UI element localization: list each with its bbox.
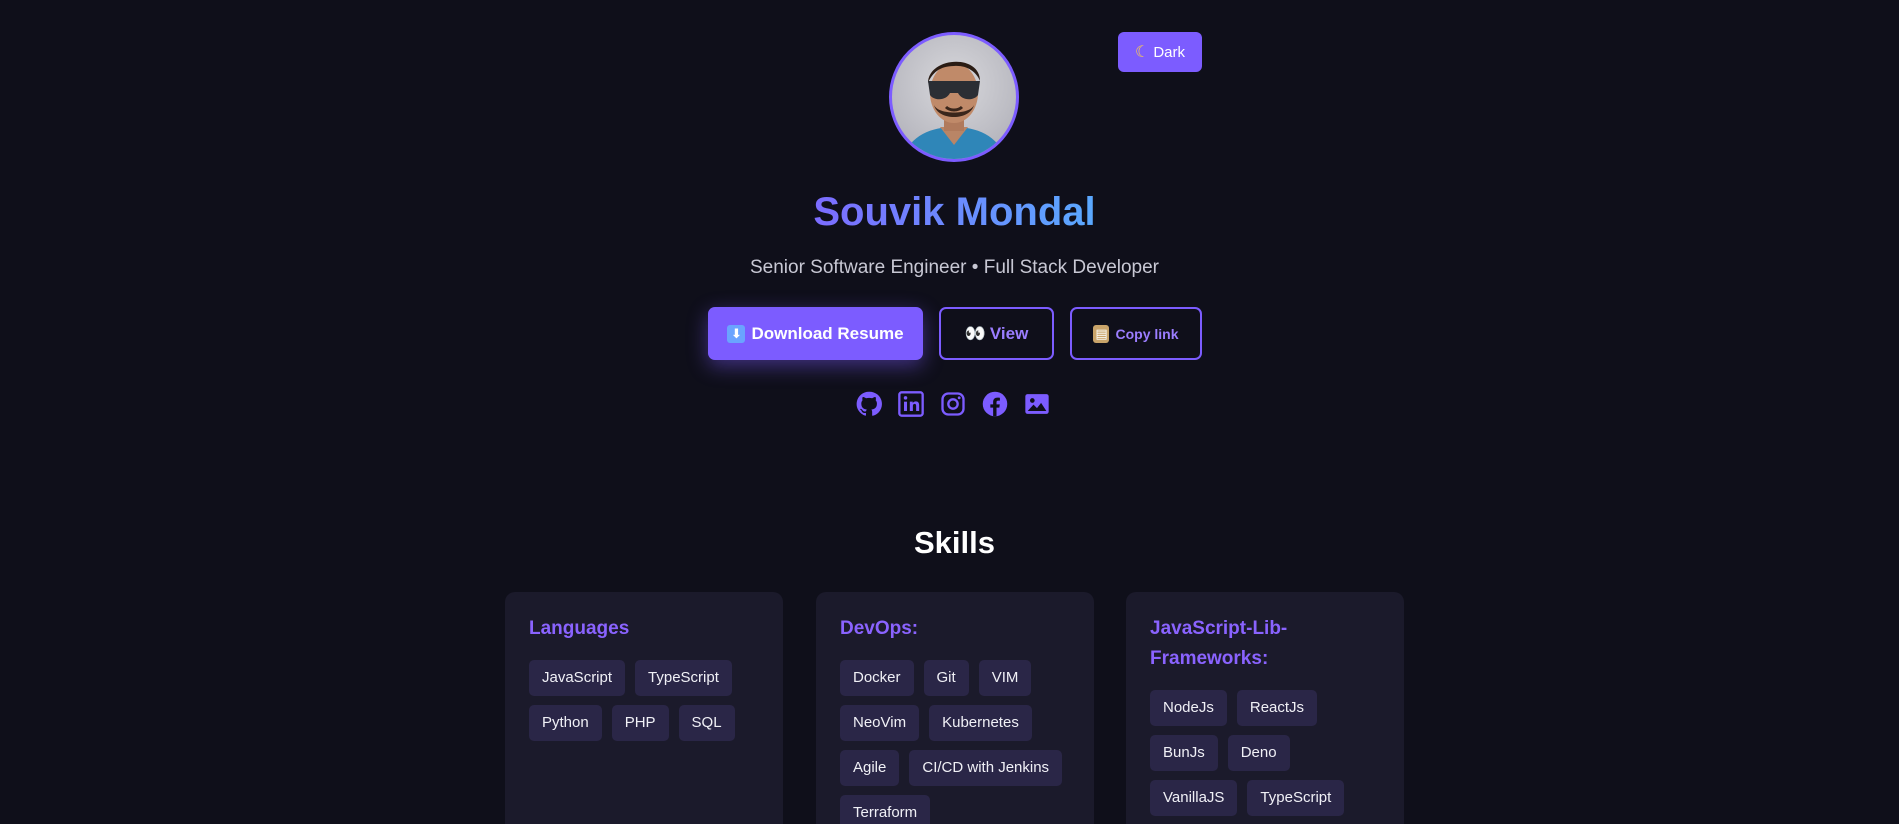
skill-tag: Docker xyxy=(840,660,914,696)
moon-icon: ☾ xyxy=(1134,44,1150,61)
clipboard-icon: ▤ xyxy=(1093,324,1110,343)
skill-tag: NeoVim xyxy=(840,705,920,741)
skill-tag: NodeJs xyxy=(1150,690,1227,726)
skill-tag: Git xyxy=(923,660,969,696)
skill-tag-list: Docker Git VIM NeoVim Kubernetes Agile C… xyxy=(840,660,1070,824)
skill-card-js-frameworks: JavaScript-Lib-Frameworks: NodeJs ReactJ… xyxy=(1126,592,1404,824)
skill-tag: CI/CD with Jenkins xyxy=(909,750,1063,786)
skill-card-devops: DevOps: Docker Git VIM NeoVim Kubernetes… xyxy=(816,592,1094,824)
copy-link-label: Copy link xyxy=(1115,325,1179,342)
image-icon[interactable] xyxy=(1023,390,1051,418)
facebook-icon[interactable] xyxy=(981,390,1009,418)
skill-tag: BunJs xyxy=(1150,735,1218,771)
github-icon[interactable] xyxy=(855,390,883,418)
skill-tag: Python xyxy=(529,705,602,741)
skill-tag-list: JavaScript TypeScript Python PHP SQL xyxy=(529,660,759,741)
linkedin-icon[interactable] xyxy=(897,390,925,418)
skill-tag: TypeScript xyxy=(1247,780,1345,816)
skill-tag: SQL xyxy=(678,705,735,741)
skill-card-title: JavaScript-Lib-Frameworks: xyxy=(1150,618,1288,669)
instagram-icon[interactable] xyxy=(939,390,967,418)
skills-title: Skills xyxy=(914,525,995,560)
skill-tag-list: NodeJs ReactJs BunJs Deno VanillaJS Type… xyxy=(1150,690,1380,816)
skill-tag: Agile xyxy=(840,750,900,786)
skill-tag: VIM xyxy=(978,660,1032,696)
portfolio-page: ☾ Dark Souvik Mondal Senior Software Eng… xyxy=(0,0,1899,824)
skill-tag: PHP xyxy=(611,705,669,741)
download-icon: ⬇ xyxy=(727,324,746,343)
avatar xyxy=(889,32,1019,162)
skill-card-languages: Languages JavaScript TypeScript Python P… xyxy=(505,592,783,824)
theme-toggle-label: Dark xyxy=(1153,43,1185,61)
skill-tag: Deno xyxy=(1227,735,1290,771)
skill-card-title: Languages xyxy=(529,618,630,639)
profile-subtitle: Senior Software Engineer • Full Stack De… xyxy=(749,257,1160,278)
skill-tag: TypeScript xyxy=(635,660,732,696)
view-label: View xyxy=(989,323,1029,343)
theme-toggle-button[interactable]: ☾ Dark xyxy=(1118,32,1202,72)
skill-tag: Kubernetes xyxy=(929,705,1032,741)
skill-card-title: DevOps: xyxy=(840,618,919,639)
eyes-icon: 👀 xyxy=(964,323,986,343)
skill-tag: ReactJs xyxy=(1236,690,1318,726)
profile-name: Souvik Mondal xyxy=(813,190,1096,234)
copy-link-button[interactable]: ▤ Copy link xyxy=(1070,307,1202,360)
download-resume-label: Download Resume xyxy=(751,323,904,343)
social-links xyxy=(855,390,1051,418)
skill-tag: VanillaJS xyxy=(1150,780,1238,816)
view-resume-button[interactable]: 👀 View xyxy=(939,307,1054,360)
skill-tag: Terraform xyxy=(840,795,931,824)
skill-tag: JavaScript xyxy=(529,660,626,696)
download-resume-button[interactable]: ⬇ Download Resume xyxy=(708,307,923,360)
